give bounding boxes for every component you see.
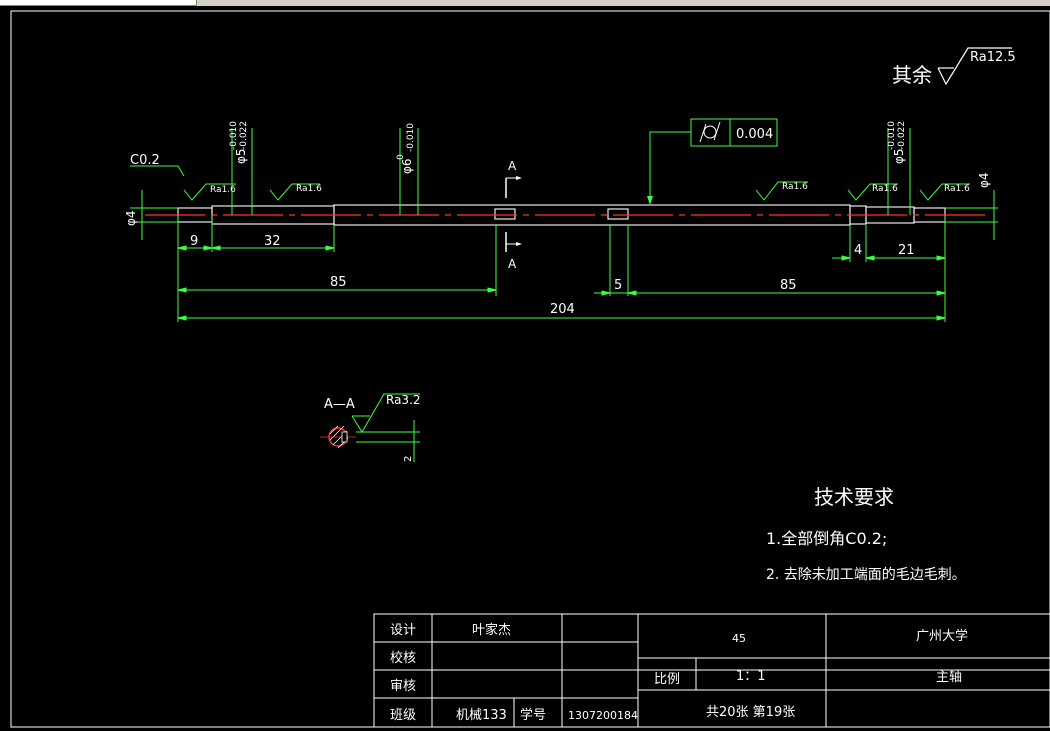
tb-scale-value: 1：1 <box>736 669 766 684</box>
tech-req-item-2: 2. 去除未加工端面的毛边毛刺。 <box>766 567 966 583</box>
tb-class-label: 班级 <box>390 708 416 723</box>
tol-middle-lower: -0.010 <box>406 123 416 152</box>
dim-204: 204 <box>550 302 575 317</box>
geometric-tolerance-value: 0.004 <box>736 127 773 142</box>
dim-9: 9 <box>190 234 198 249</box>
tol-left-upper: -0.010 <box>229 121 239 150</box>
tol-right-upper: -0.010 <box>887 121 897 150</box>
tb-university: 广州大学 <box>916 628 968 644</box>
tb-check-label: 校核 <box>390 650 416 666</box>
roughness-mark-1: Ra1.6 <box>210 185 236 195</box>
svg-text:A: A <box>508 159 517 173</box>
section-view-roughness: Ra3.2 <box>386 393 421 407</box>
end-diameter-left: φ4 <box>124 210 138 226</box>
tb-part-name: 主轴 <box>936 670 962 685</box>
end-diameter-right: φ4 <box>977 172 991 188</box>
dim-85-right: 85 <box>780 278 797 293</box>
tol-left-lower: -0.022 <box>239 121 249 150</box>
dim-85-left: 85 <box>330 275 347 290</box>
tb-student-id-label: 学号 <box>520 707 546 723</box>
tb-sheets: 共20张 第19张 <box>706 705 795 720</box>
tb-material: 45 <box>732 632 746 645</box>
tol-middle-upper: 0 <box>396 154 406 160</box>
cylindricity-icon <box>699 121 721 143</box>
tech-req-title: 技术要求 <box>814 485 894 509</box>
general-roughness-value: Ra12.5 <box>970 50 1016 65</box>
section-view: A—A Ra3.2 2 <box>320 393 421 462</box>
roughness-mark-4: Ra1.6 <box>872 184 898 194</box>
section-mark-bottom: A <box>505 232 522 271</box>
tb-design-label: 设计 <box>390 623 416 638</box>
general-roughness-prefix: 其余 <box>892 63 932 87</box>
dim-21: 21 <box>898 243 915 258</box>
section-view-title: A—A <box>324 397 355 412</box>
title-block: 设计 叶家杰 校核 审核 班级 机械133 学号 1307200184 45 比… <box>373 613 1050 728</box>
roughness-mark-3: Ra1.6 <box>782 182 808 192</box>
dim-5: 5 <box>614 278 622 293</box>
section-mark-top: A <box>505 159 522 198</box>
tech-req-item-1: 1.全部倒角C0.2; <box>766 529 887 548</box>
tb-class-value: 机械133 <box>456 708 507 723</box>
tb-student-id: 1307200184 <box>568 709 638 722</box>
roughness-mark-5: Ra1.6 <box>944 184 970 194</box>
drawing-canvas: 其余 Ra12.5 9 32 85 5 85 204 4 21 C0.2 φ4 … <box>10 10 1050 728</box>
dim-32: 32 <box>264 234 281 249</box>
roughness-mark-2: Ra1.6 <box>296 184 322 194</box>
technical-requirements: 技术要求 1.全部倒角C0.2; 2. 去除未加工端面的毛边毛刺。 <box>766 485 966 583</box>
tb-designer: 叶家杰 <box>472 622 511 638</box>
tb-review-label: 审核 <box>390 679 416 694</box>
dim-4: 4 <box>854 243 862 258</box>
tol-right-lower: -0.022 <box>897 121 907 150</box>
svg-text:A: A <box>508 257 517 271</box>
drawing-frame <box>10 10 1050 728</box>
section-view-depth: 2 <box>403 456 414 462</box>
general-roughness-note: 其余 Ra12.5 <box>892 47 1016 87</box>
tb-scale-label: 比例 <box>654 672 680 687</box>
